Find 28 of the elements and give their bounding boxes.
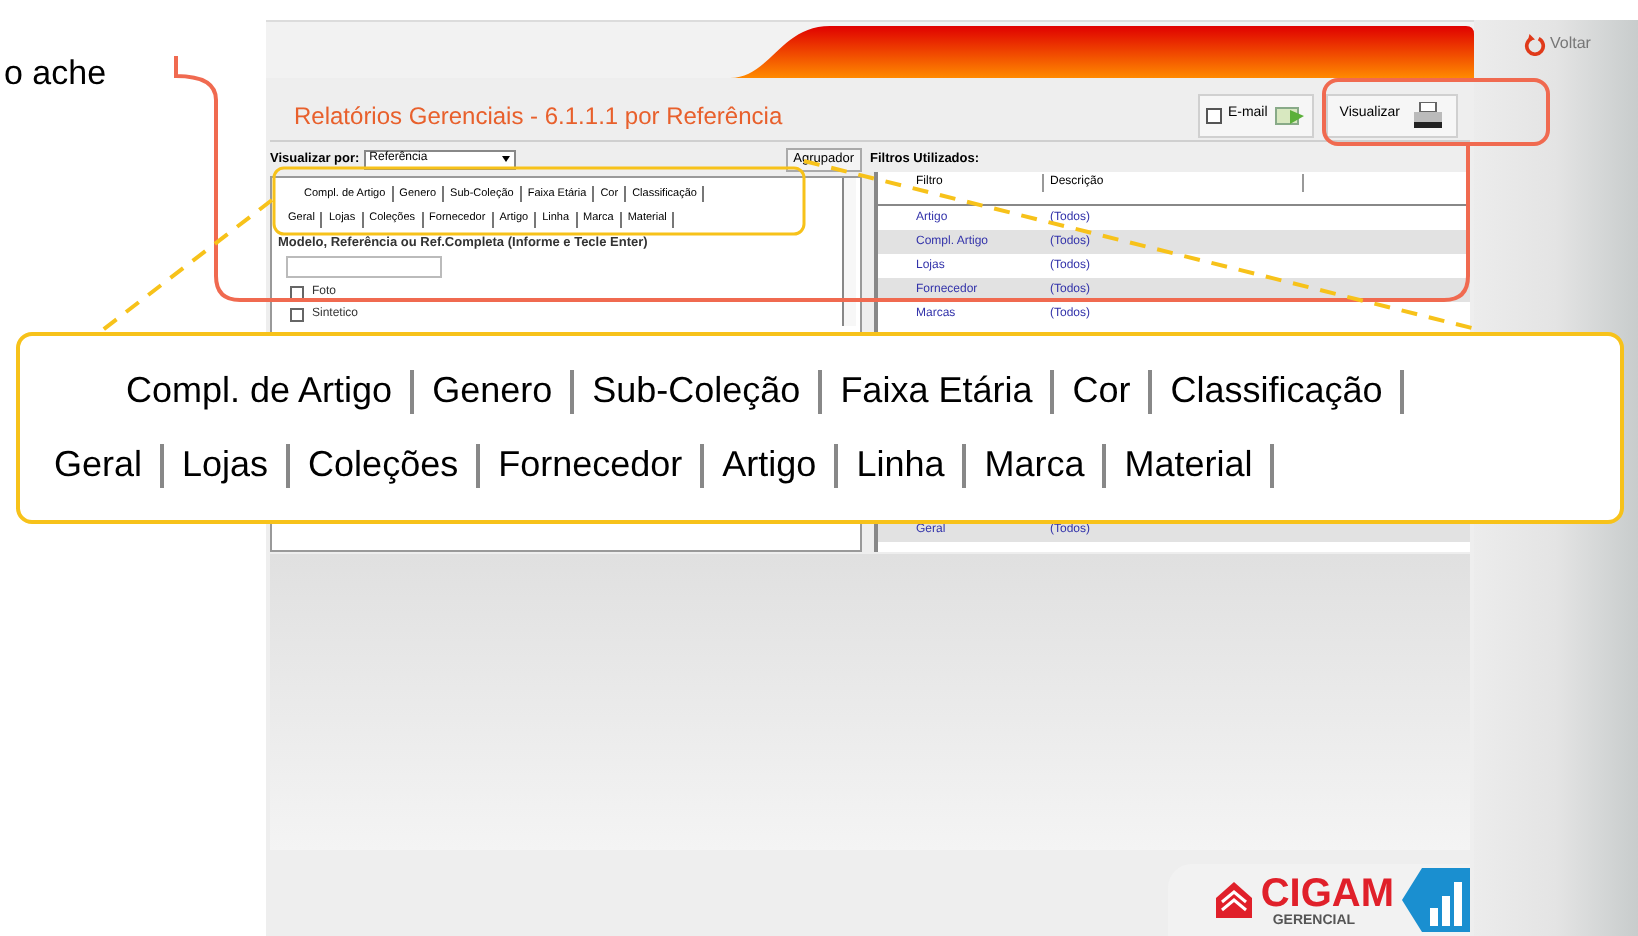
- checkbox[interactable]: [290, 307, 304, 322]
- envelope-arrow-icon: [1273, 101, 1306, 129]
- printer-icon: [1412, 101, 1444, 129]
- report-title: Relatórios Gerenciais - 6.1.1.1 por Referência: [292, 99, 785, 133]
- caption-text: o ache: [4, 52, 107, 96]
- tab[interactable]: Compl. de Artigo: [108, 364, 411, 418]
- refresh-icon: [1524, 33, 1546, 55]
- bar-chart-icon: [1402, 868, 1470, 932]
- tab[interactable]: Marca: [966, 438, 1103, 492]
- tab[interactable]: Linha: [838, 438, 963, 492]
- tab[interactable]: Cor: [1054, 364, 1149, 418]
- email-checkbox[interactable]: [1205, 107, 1222, 123]
- house-logo-icon: [1216, 882, 1253, 918]
- tab[interactable]: Coleções: [290, 438, 477, 492]
- tab[interactable]: Lojas: [164, 438, 287, 492]
- dropdown-caret-icon: [501, 156, 510, 162]
- tab[interactable]: Fornecedor: [480, 438, 701, 492]
- checkbox[interactable]: [290, 285, 304, 300]
- scrollbar[interactable]: [842, 178, 856, 326]
- tab[interactable]: Material: [1106, 438, 1271, 492]
- tab[interactable]: Sub-Coleção: [574, 364, 819, 418]
- tab[interactable]: Faixa Etária: [822, 364, 1051, 418]
- tab[interactable]: Geral: [36, 438, 161, 492]
- logo-text: CIGAM: [1260, 873, 1394, 913]
- tab[interactable]: Genero: [414, 364, 571, 418]
- model-input-field[interactable]: [286, 255, 442, 278]
- tab[interactable]: Artigo: [704, 438, 835, 492]
- tab[interactable]: Classificação: [1152, 364, 1401, 418]
